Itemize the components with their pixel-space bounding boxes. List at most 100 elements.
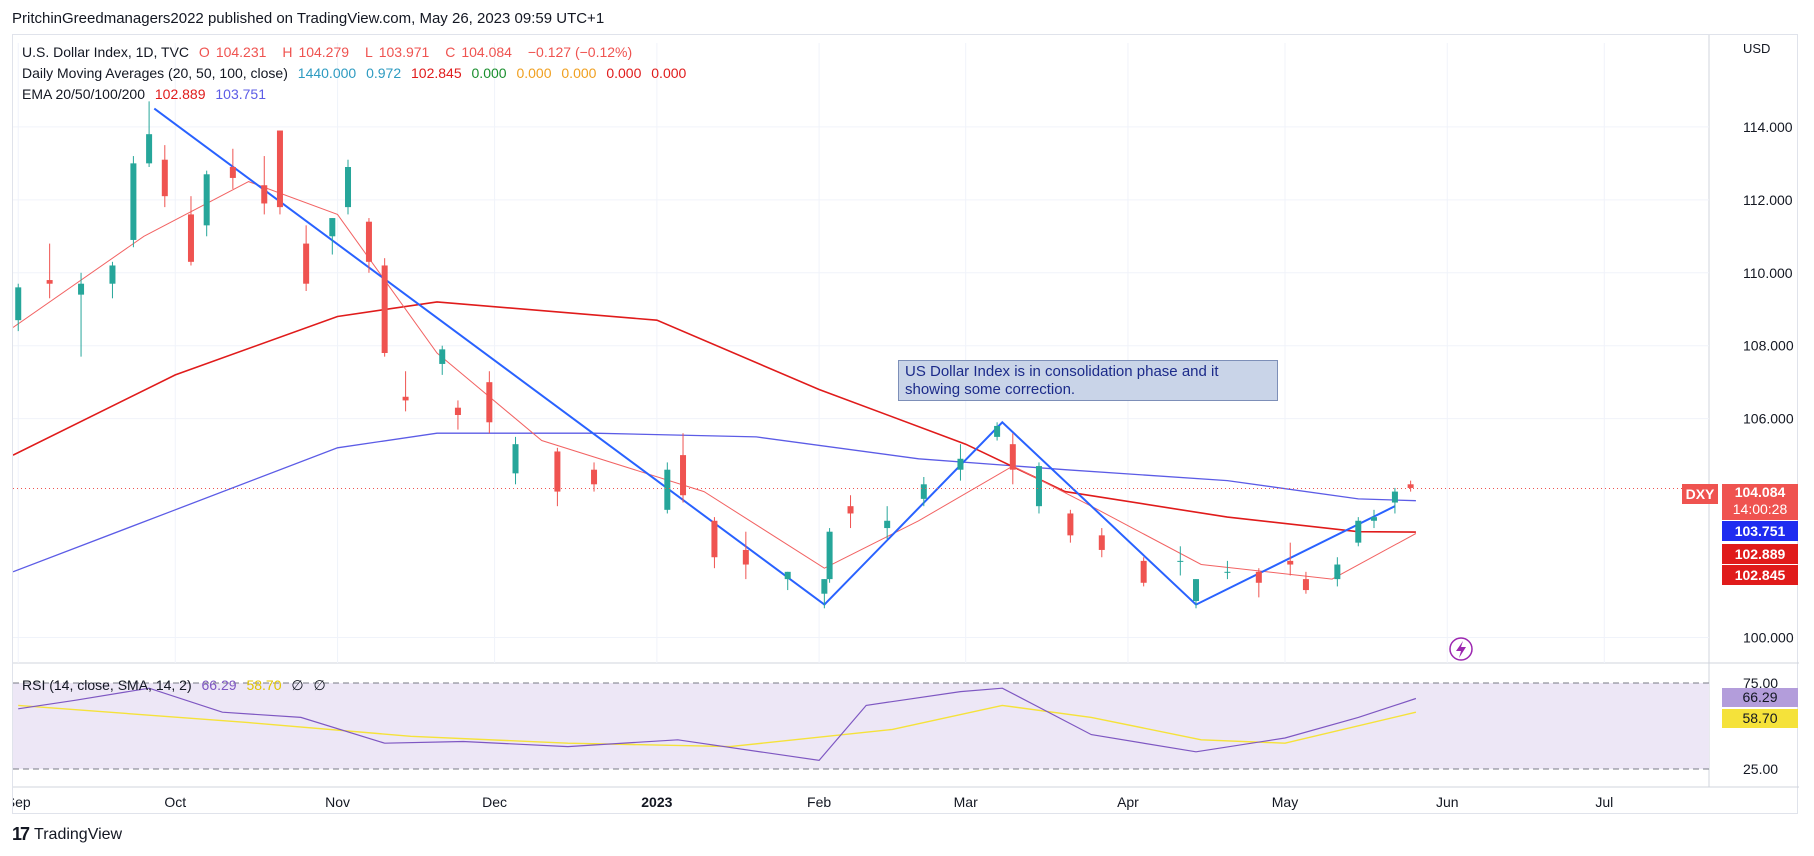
candle-body [1334,564,1341,580]
candle-body [1035,466,1042,507]
publisher-header: PritchinGreedmanagers2022 published on T… [12,10,605,27]
footer-brand[interactable]: 17 TradingView [12,824,122,845]
time-tick-label: Dec [482,794,507,810]
symbol-name: U.S. Dollar Index, 1D, TVC [22,44,190,60]
ma-value-1: 0.972 [366,65,402,81]
candle-body [187,214,194,262]
ema-blue-tag: 103.751 [1722,521,1798,541]
low-value: 103.971 [378,44,430,60]
candle-body [1140,560,1147,583]
close-value: 104.084 [461,44,512,60]
candle-body [454,407,461,415]
candle-body [345,167,352,208]
candle-body [591,469,598,485]
candle-body [1098,535,1105,550]
candle-body [1193,579,1200,601]
candle-body [146,134,153,164]
candle-body [742,549,749,565]
candle-body [1287,560,1294,565]
ema-value-0: 102.889 [154,86,206,102]
price-chart[interactable]: USD 114.000 112.000 110.000 108.000 106.000 10… [13,35,1799,815]
candle-body [711,520,718,558]
candle-body [229,167,236,178]
rsi-band [13,683,1709,769]
candle-body [957,458,964,470]
time-tick-label: Mar [954,794,978,810]
time-tick-label: Oct [164,794,186,810]
candle-body [847,506,854,514]
candle-body [303,243,310,284]
series-ema-100 [13,301,1416,533]
countdown: 14:00:28 [1732,501,1788,517]
ma-value-7: 0.000 [651,65,687,81]
candle-body [329,218,336,237]
ema-label: EMA 20/50/100/200 [22,86,145,102]
candle-body [826,531,833,580]
last-price: 104.084 [1734,484,1786,500]
candle-body [920,484,927,499]
lightning-bolt-icon [1456,641,1466,658]
candle-body [203,174,210,226]
price-tick-label: 100.000 [1743,629,1794,645]
rsi-tick-label: 25.00 [1743,761,1778,777]
candle-body [1009,444,1016,470]
candle-body [680,455,687,496]
time-tick-label: Sep [13,794,31,810]
candle-body [664,469,671,510]
brand-name: TradingView [34,825,123,843]
candle-body [486,382,493,423]
time-tick-label: 2023 [641,794,672,810]
ma-legend: Daily Moving Averages (20, 50, 100, clos… [22,65,692,81]
candle-body [439,349,446,364]
change-value: −0.127 (−0.12%) [527,44,633,60]
annotation-note[interactable]: US Dollar Index is in consolidation phas… [898,360,1278,401]
time-tick-label: Feb [807,794,831,810]
ma-label: Daily Moving Averages (20, 50, 100, clos… [22,65,288,81]
currency-label: USD [1743,41,1770,56]
annotation-line-1: US Dollar Index is in consolidation phas… [905,363,1219,380]
candle-body [1407,484,1414,488]
price-tick-label: 114.000 [1743,119,1793,135]
price-tick-label: 110.000 [1743,265,1793,281]
candle-body [46,280,53,284]
rsi-value: 66.29 [201,677,237,693]
candle-body [1177,560,1184,562]
price-tick-label: 112.000 [1743,192,1793,208]
rsi-label: RSI (14, close, SMA, 14, 2) [22,677,192,693]
open-value: 104.231 [215,44,267,60]
candle-body [1370,517,1377,521]
candle-body [402,396,409,401]
time-tick-label: Jun [1436,794,1459,810]
candle-body [161,159,168,197]
ma-value-5: 0.000 [561,65,597,81]
symbol-tag: DXY [1682,484,1718,504]
ma-red-tag: 102.845 [1722,565,1798,585]
ma-value-0: 1440.000 [297,65,357,81]
time-tick-label: May [1272,794,1298,810]
ma-value-2: 102.845 [411,65,462,81]
time-tick-label: Apr [1117,794,1139,810]
candle-body [784,571,791,580]
chart-frame[interactable]: USD 114.000 112.000 110.000 108.000 106.000 10… [12,34,1799,815]
candle-body [554,451,561,492]
candle-body [821,579,828,594]
candle-body [365,221,372,262]
candle-body [381,265,388,353]
candle-body [261,185,268,204]
candle-body [884,520,891,529]
ema-red-tag: 102.889 [1722,544,1798,564]
rsi-empty-1: ∅ [291,677,304,693]
rsi-sma-value: 58.70 [246,677,282,693]
ema-legend: EMA 20/50/100/200 102.889 103.751 [22,86,272,102]
candle-body [512,444,519,474]
annotation-line-2: showing some correction. [905,381,1076,398]
candle-body [1302,579,1309,591]
candle-body [1391,491,1398,503]
ma-value-3: 0.000 [471,65,507,81]
time-tick-label: Jul [1595,794,1613,810]
candle-body [15,287,22,321]
candle-body [994,425,1001,437]
candle-body [109,265,116,284]
candle-body [1255,571,1262,583]
tradingview-logo-icon: 17 [12,824,30,844]
